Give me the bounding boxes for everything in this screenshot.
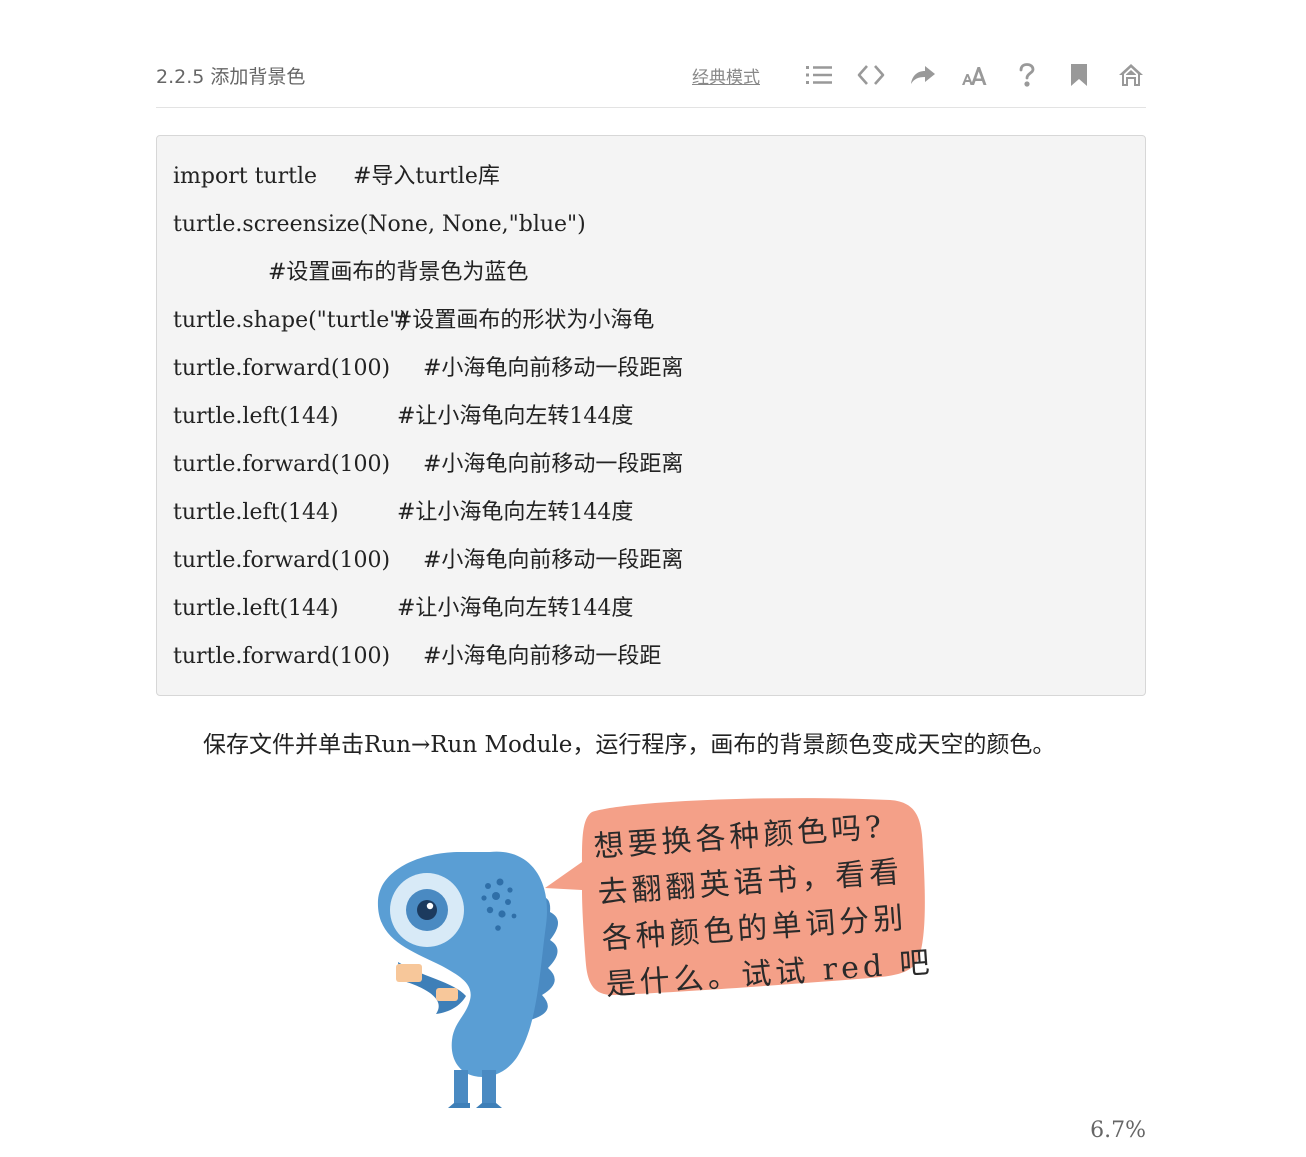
code-comment: #让小海龟向左转144度 <box>397 500 634 525</box>
code-comment: #导入turtle库 <box>353 164 500 189</box>
code-line: import turtle #导入turtle库 <box>173 153 500 201</box>
code-line: turtle.left(144) #让小海龟向左转144度 <box>173 393 633 441</box>
code-line: turtle.shape("turtle") #设置画布的形状为小海龟 <box>173 297 654 345</box>
code-line: turtle.forward(100) #小海龟向前移动一段距离 <box>173 345 683 393</box>
code-text: turtle.forward(100) <box>173 548 391 573</box>
code-text: turtle.left(144) <box>173 404 339 429</box>
font-size-icon[interactable] <box>960 60 990 90</box>
code-text: turtle.left(144) <box>173 500 339 525</box>
code-text: turtle.shape("turtle") <box>173 308 408 333</box>
code-text: turtle.forward(100) <box>173 644 391 669</box>
page-header: 2.2.5 添加背景色 经典模式 <box>156 50 1146 108</box>
help-icon[interactable] <box>1012 60 1042 90</box>
list-icon[interactable] <box>804 60 834 90</box>
chapter-title: 2.2.5 添加背景色 <box>156 66 306 88</box>
code-line: turtle.forward(100) #小海龟向前移动一段距离 <box>173 441 683 489</box>
code-block: import turtle #导入turtle库 turtle.screensi… <box>156 135 1146 696</box>
code-line: turtle.screensize(None, None,"blue") <box>173 201 586 249</box>
classic-mode-link[interactable]: 经典模式 <box>692 63 760 88</box>
code-comment: #小海龟向前移动一段距离 <box>423 452 684 477</box>
cartoon-illustration: 想要换各种颜色吗? 去翻翻英语书，看看 各种颜色的单词分别 是什么。试试 red… <box>370 790 940 1120</box>
code-comment: #小海龟向前移动一段距 <box>423 644 662 669</box>
code-line: turtle.left(144) #让小海龟向左转144度 <box>173 489 633 537</box>
share-icon[interactable] <box>908 60 938 90</box>
code-line: turtle.forward(100) #小海龟向前移动一段距离 <box>173 537 683 585</box>
code-comment: #设置画布的形状为小海龟 <box>394 308 655 333</box>
code-text: turtle.forward(100) <box>173 452 391 477</box>
toolbar: 经典模式 <box>692 58 1146 92</box>
reading-progress: 6.7% <box>1090 1118 1146 1143</box>
home-icon[interactable] <box>1116 60 1146 90</box>
code-comment: #设置画布的背景色为蓝色 <box>268 260 529 285</box>
code-text: turtle.forward(100) <box>173 356 391 381</box>
code-text: import turtle <box>173 164 317 189</box>
bookmark-icon[interactable] <box>1064 60 1094 90</box>
code-comment: #小海龟向前移动一段距离 <box>423 548 684 573</box>
code-comment: #让小海龟向左转144度 <box>397 404 634 429</box>
code-comment: #小海龟向前移动一段距离 <box>423 356 684 381</box>
code-comment: #让小海龟向左转144度 <box>397 596 634 621</box>
code-line: turtle.left(144) #让小海龟向左转144度 <box>173 585 633 633</box>
body-paragraph: 保存文件并单击Run→Run Module，运行程序，画布的背景颜色变成天空的颜… <box>203 732 1056 758</box>
code-text: turtle.screensize(None, None,"blue") <box>173 212 586 237</box>
code-icon[interactable] <box>856 60 886 90</box>
code-text: turtle.left(144) <box>173 596 339 621</box>
code-line: turtle.forward(100) #小海龟向前移动一段距 <box>173 633 661 681</box>
